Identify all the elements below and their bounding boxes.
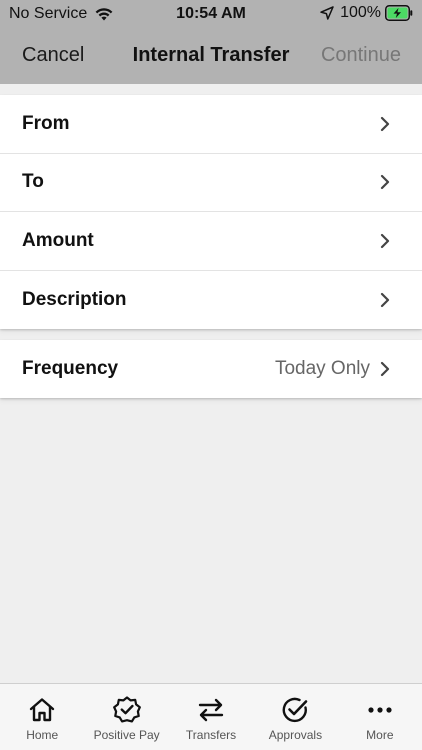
frequency-card: Frequency Today Only (0, 340, 422, 398)
to-row[interactable]: To (0, 154, 422, 212)
amount-row[interactable]: Amount (0, 212, 422, 271)
tab-home-label: Home (26, 728, 59, 742)
chevron-right-icon (380, 292, 390, 307)
tab-transfers-label: Transfers (185, 728, 237, 742)
location-arrow-icon (320, 6, 334, 20)
chevron-right-icon (380, 175, 390, 190)
continue-button[interactable]: Continue (321, 44, 401, 67)
tab-approvals[interactable]: Approvals (253, 684, 337, 750)
tab-transfers[interactable]: Transfers (169, 684, 253, 750)
battery-charging-icon (385, 5, 413, 21)
description-label: Description (22, 288, 127, 310)
frequency-label: Frequency (22, 358, 119, 379)
chevron-right-icon (380, 233, 390, 248)
frequency-value: Today Only (274, 358, 370, 379)
battery-percent: 100% (340, 4, 381, 21)
from-label: From (22, 112, 70, 134)
frequency-row[interactable]: Frequency Today Only (0, 340, 422, 398)
tab-home[interactable]: Home (0, 684, 84, 750)
more-dots-icon (368, 707, 392, 713)
top-bar: No Service 10:54 AM 100% Cancel Internal… (0, 0, 422, 84)
status-right: 100% (320, 4, 413, 22)
chevron-right-icon (380, 116, 390, 131)
badge-check-icon (112, 696, 141, 723)
home-icon (30, 698, 55, 722)
cancel-button[interactable]: Cancel (22, 44, 84, 67)
status-bar: No Service 10:54 AM 100% (0, 0, 422, 28)
tab-more[interactable]: More (338, 684, 422, 750)
description-row[interactable]: Description (0, 271, 422, 330)
transfer-details-card: From To Amount Description (0, 95, 422, 329)
tab-bar: Home Positive Pay Transfers Approvals Mo… (0, 683, 422, 750)
tab-approvals-label: Approvals (268, 728, 323, 742)
tab-positive-pay-label: Positive Pay (93, 728, 160, 742)
to-label: To (22, 171, 44, 193)
check-circle-icon (283, 697, 308, 723)
navigation-bar: Cancel Internal Transfer Continue (0, 28, 422, 84)
amount-label: Amount (22, 229, 94, 251)
transfer-arrows-icon (198, 698, 224, 722)
chevron-right-icon (380, 361, 390, 377)
tab-positive-pay[interactable]: Positive Pay (84, 684, 168, 750)
tab-more-label: More (366, 728, 394, 742)
from-row[interactable]: From (0, 95, 422, 154)
